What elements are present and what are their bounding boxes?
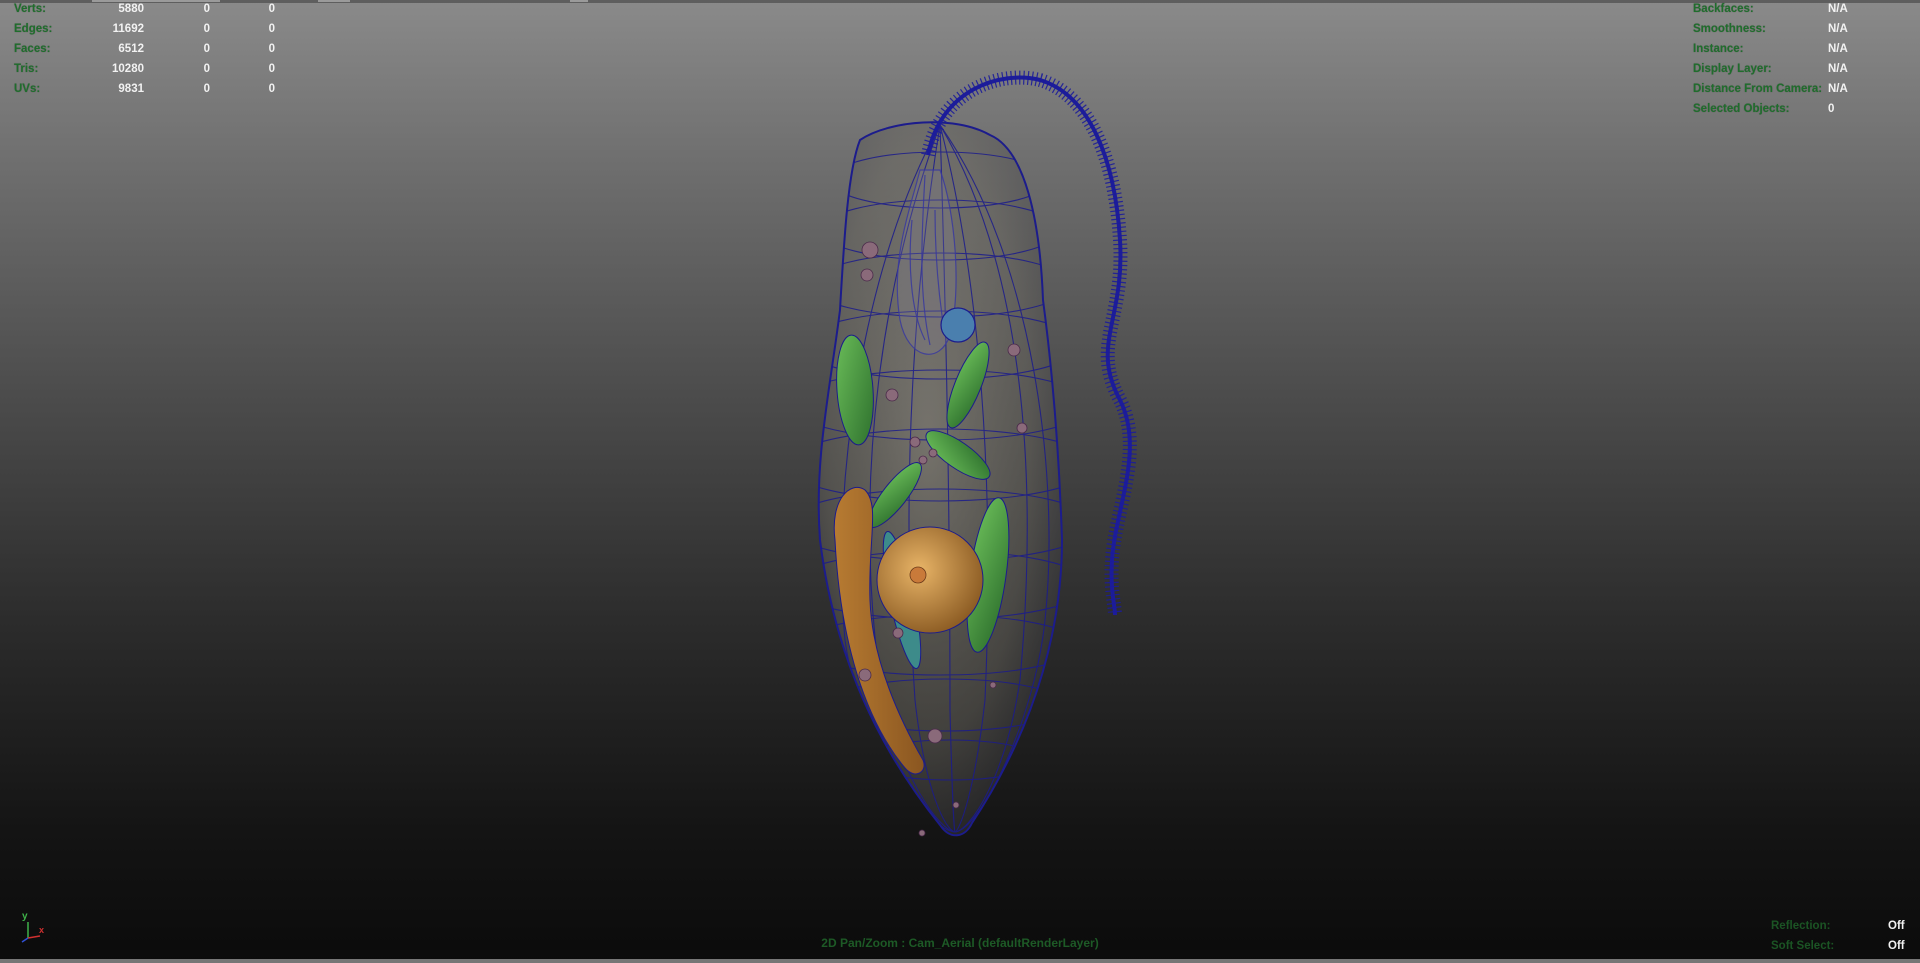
poly-count-hud: Verts: 5880 0 0 Edges: 11692 0 0 Faces: … [14, 0, 284, 99]
hud-value: 0 [268, 3, 275, 15]
hud-value: 0 [203, 83, 210, 95]
hud-value: 0 [203, 3, 210, 15]
hud-value: 11692 [112, 23, 144, 35]
hud-value: 0 [268, 63, 275, 75]
hud-value: 0 [203, 63, 210, 75]
hud-row-display-layer: Display Layer: N/A [1693, 59, 1913, 79]
hud-label: Instance: [1693, 43, 1744, 55]
3d-viewport[interactable]: Verts: 5880 0 0 Edges: 11692 0 0 Faces: … [0, 0, 1920, 963]
hud-label: Edges: [14, 23, 53, 35]
hud-label: Smoothness: [1693, 23, 1766, 35]
hud-value: 6512 [118, 43, 144, 55]
axis-x-label: x [39, 925, 44, 935]
hud-value: 5880 [118, 3, 144, 15]
hud-row-verts: Verts: 5880 0 0 [14, 0, 284, 19]
hud-row-smoothness: Smoothness: N/A [1693, 19, 1913, 39]
hud-row-tris: Tris: 10280 0 0 [14, 59, 284, 79]
hud-value: Off [1888, 940, 1905, 952]
hud-value: N/A [1828, 23, 1848, 35]
hud-value: N/A [1828, 63, 1848, 75]
hud-value: N/A [1828, 43, 1848, 55]
hud-value: 0 [268, 83, 275, 95]
axis-y-label: y [22, 911, 28, 922]
nucleus [876, 526, 984, 634]
hud-value: 10280 [112, 63, 144, 75]
top-tab-strip [570, 0, 588, 2]
viewport-top-edge [0, 0, 1920, 3]
hud-label: Selected Objects: [1693, 103, 1790, 115]
hud-label: Distance From Camera: [1693, 83, 1823, 95]
hud-label: Tris: [14, 63, 39, 75]
hud-label: Reflection: [1771, 920, 1831, 932]
camera-label: 2D Pan/Zoom : Cam_Aerial (defaultRenderL… [821, 936, 1099, 950]
hud-label: Backfaces: [1693, 3, 1754, 15]
hud-value: N/A [1828, 83, 1848, 95]
hud-value: 0 [268, 23, 275, 35]
euglena-cell-model[interactable] [740, 60, 1180, 880]
hud-row-edges: Edges: 11692 0 0 [14, 19, 284, 39]
hud-value: Off [1888, 920, 1905, 932]
hud-value: 9831 [118, 83, 144, 95]
hud-row-instance: Instance: N/A [1693, 39, 1913, 59]
top-tab-strip [318, 0, 350, 2]
hud-value: N/A [1828, 3, 1848, 15]
viewport-status-hud: Reflection: Off Soft Select: Off [1771, 916, 1911, 956]
hud-label: Soft Select: [1771, 940, 1835, 952]
hud-row-faces: Faces: 6512 0 0 [14, 39, 284, 59]
hud-row-soft-select: Soft Select: Off [1771, 936, 1911, 956]
hud-row-uvs: UVs: 9831 0 0 [14, 79, 284, 99]
hud-value: 0 [203, 43, 210, 55]
nucleolus [909, 566, 927, 584]
hud-label: Faces: [14, 43, 51, 55]
hud-row-distance-from-camera: Distance From Camera: N/A [1693, 79, 1913, 99]
hud-row-selected-objects: Selected Objects: 0 [1693, 99, 1913, 119]
contractile-vacuole [940, 307, 976, 343]
hud-value: 0 [1828, 103, 1835, 115]
object-details-hud: Backfaces: N/A Smoothness: N/A Instance:… [1693, 0, 1913, 119]
axis-gizmo-icon: y x [21, 911, 44, 943]
hud-label: Verts: [14, 3, 46, 15]
hud-value: 0 [203, 23, 210, 35]
hud-label: UVs: [14, 83, 41, 95]
hud-value: 0 [268, 43, 275, 55]
hud-row-reflection: Reflection: Off [1771, 916, 1911, 936]
hud-label: Display Layer: [1693, 63, 1772, 75]
hud-row-backfaces: Backfaces: N/A [1693, 0, 1913, 19]
